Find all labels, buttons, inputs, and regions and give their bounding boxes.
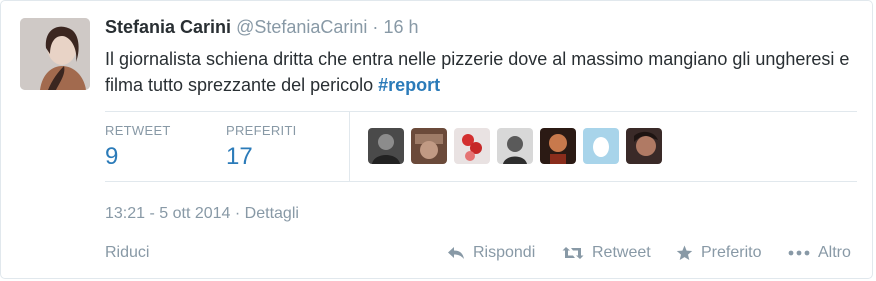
stats-divider [349, 112, 350, 181]
author-name[interactable]: Stefania Carini [105, 17, 231, 37]
favoriter-avatar[interactable] [497, 128, 533, 164]
tweet-timestamp[interactable]: 13:21 - 5 ott 2014 [105, 205, 230, 222]
favoriter-avatar[interactable] [626, 128, 662, 164]
tweet-text: Il giornalista schiena dritta che entra … [105, 46, 860, 98]
divider-top [105, 111, 857, 112]
more-label: Altro [818, 244, 851, 261]
more-dots-icon [788, 250, 810, 256]
collapse-link[interactable]: Riduci [105, 244, 149, 262]
avatar[interactable] [20, 18, 90, 90]
favorite-button[interactable]: Preferito [676, 244, 761, 262]
retweet-label: Retweet [592, 244, 651, 261]
retweet-icon [562, 247, 584, 259]
tweet-card: Stefania Carini @StefaniaCarini · 16 h I… [0, 0, 873, 279]
divider-bottom [105, 181, 857, 182]
timestamp-separator: · [234, 205, 241, 222]
retweet-stat-label[interactable]: RETWEET [105, 123, 171, 138]
reply-label: Rispondi [473, 244, 536, 261]
favoriter-avatar[interactable] [368, 128, 404, 164]
tweet-body: Il giornalista schiena dritta che entra … [105, 49, 850, 95]
star-icon [676, 245, 693, 260]
reply-icon [448, 247, 464, 259]
author-handle[interactable]: @StefaniaCarini [236, 17, 367, 37]
hashtag-link[interactable]: #report [378, 75, 440, 95]
header-separator: · [372, 17, 379, 37]
favorites-count[interactable]: 17 [226, 144, 253, 170]
more-button[interactable]: Altro [788, 244, 851, 262]
favoriter-avatar[interactable] [411, 128, 447, 164]
favoriter-avatar[interactable] [540, 128, 576, 164]
details-link[interactable]: Dettagli [245, 205, 299, 222]
tweet-timestamp-line: 13:21 - 5 ott 2014 · Dettagli [105, 205, 299, 223]
favoriter-avatar[interactable] [454, 128, 490, 164]
retweet-count[interactable]: 9 [105, 144, 118, 170]
tweet-header: Stefania Carini @StefaniaCarini · 16 h [105, 16, 418, 38]
reply-button[interactable]: Rispondi [447, 244, 535, 262]
favorite-label: Preferito [701, 244, 762, 261]
tweet-time[interactable]: 16 h [383, 17, 418, 37]
retweet-button[interactable]: Retweet [562, 244, 651, 262]
favorites-stat-label[interactable]: PREFERITI [226, 123, 297, 138]
favoriter-avatar[interactable] [583, 128, 619, 164]
